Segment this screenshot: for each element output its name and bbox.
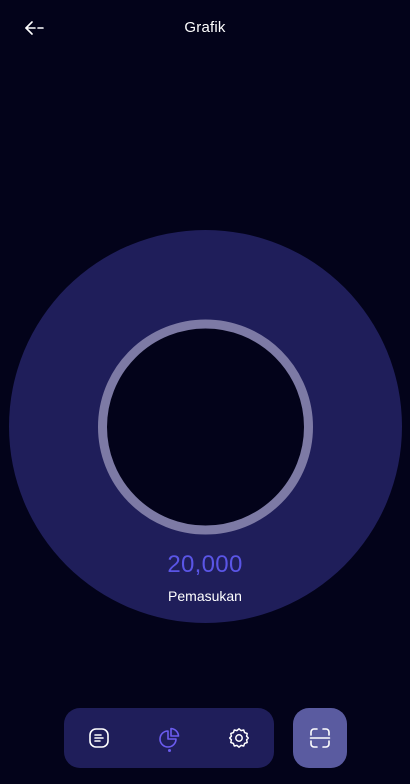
nav-item-transactions[interactable] bbox=[74, 708, 124, 768]
active-indicator bbox=[167, 749, 171, 752]
list-document-icon bbox=[89, 728, 109, 748]
chart-screen: Grafik 20,000 Pemasukan bbox=[0, 0, 410, 784]
gear-icon bbox=[228, 728, 250, 748]
scan-button[interactable] bbox=[293, 708, 347, 768]
pie-chart-icon bbox=[159, 727, 180, 748]
nav-item-chart[interactable] bbox=[144, 708, 194, 768]
page-title: Grafik bbox=[184, 19, 226, 36]
scan-icon bbox=[309, 728, 331, 748]
donut-center-ring bbox=[98, 319, 313, 535]
app-header: Grafik bbox=[0, 0, 410, 56]
bottom-navigation bbox=[64, 708, 274, 768]
total-value: 20,000 bbox=[167, 551, 243, 578]
total-label: Pemasukan bbox=[168, 588, 242, 604]
nav-item-settings[interactable] bbox=[214, 708, 264, 768]
